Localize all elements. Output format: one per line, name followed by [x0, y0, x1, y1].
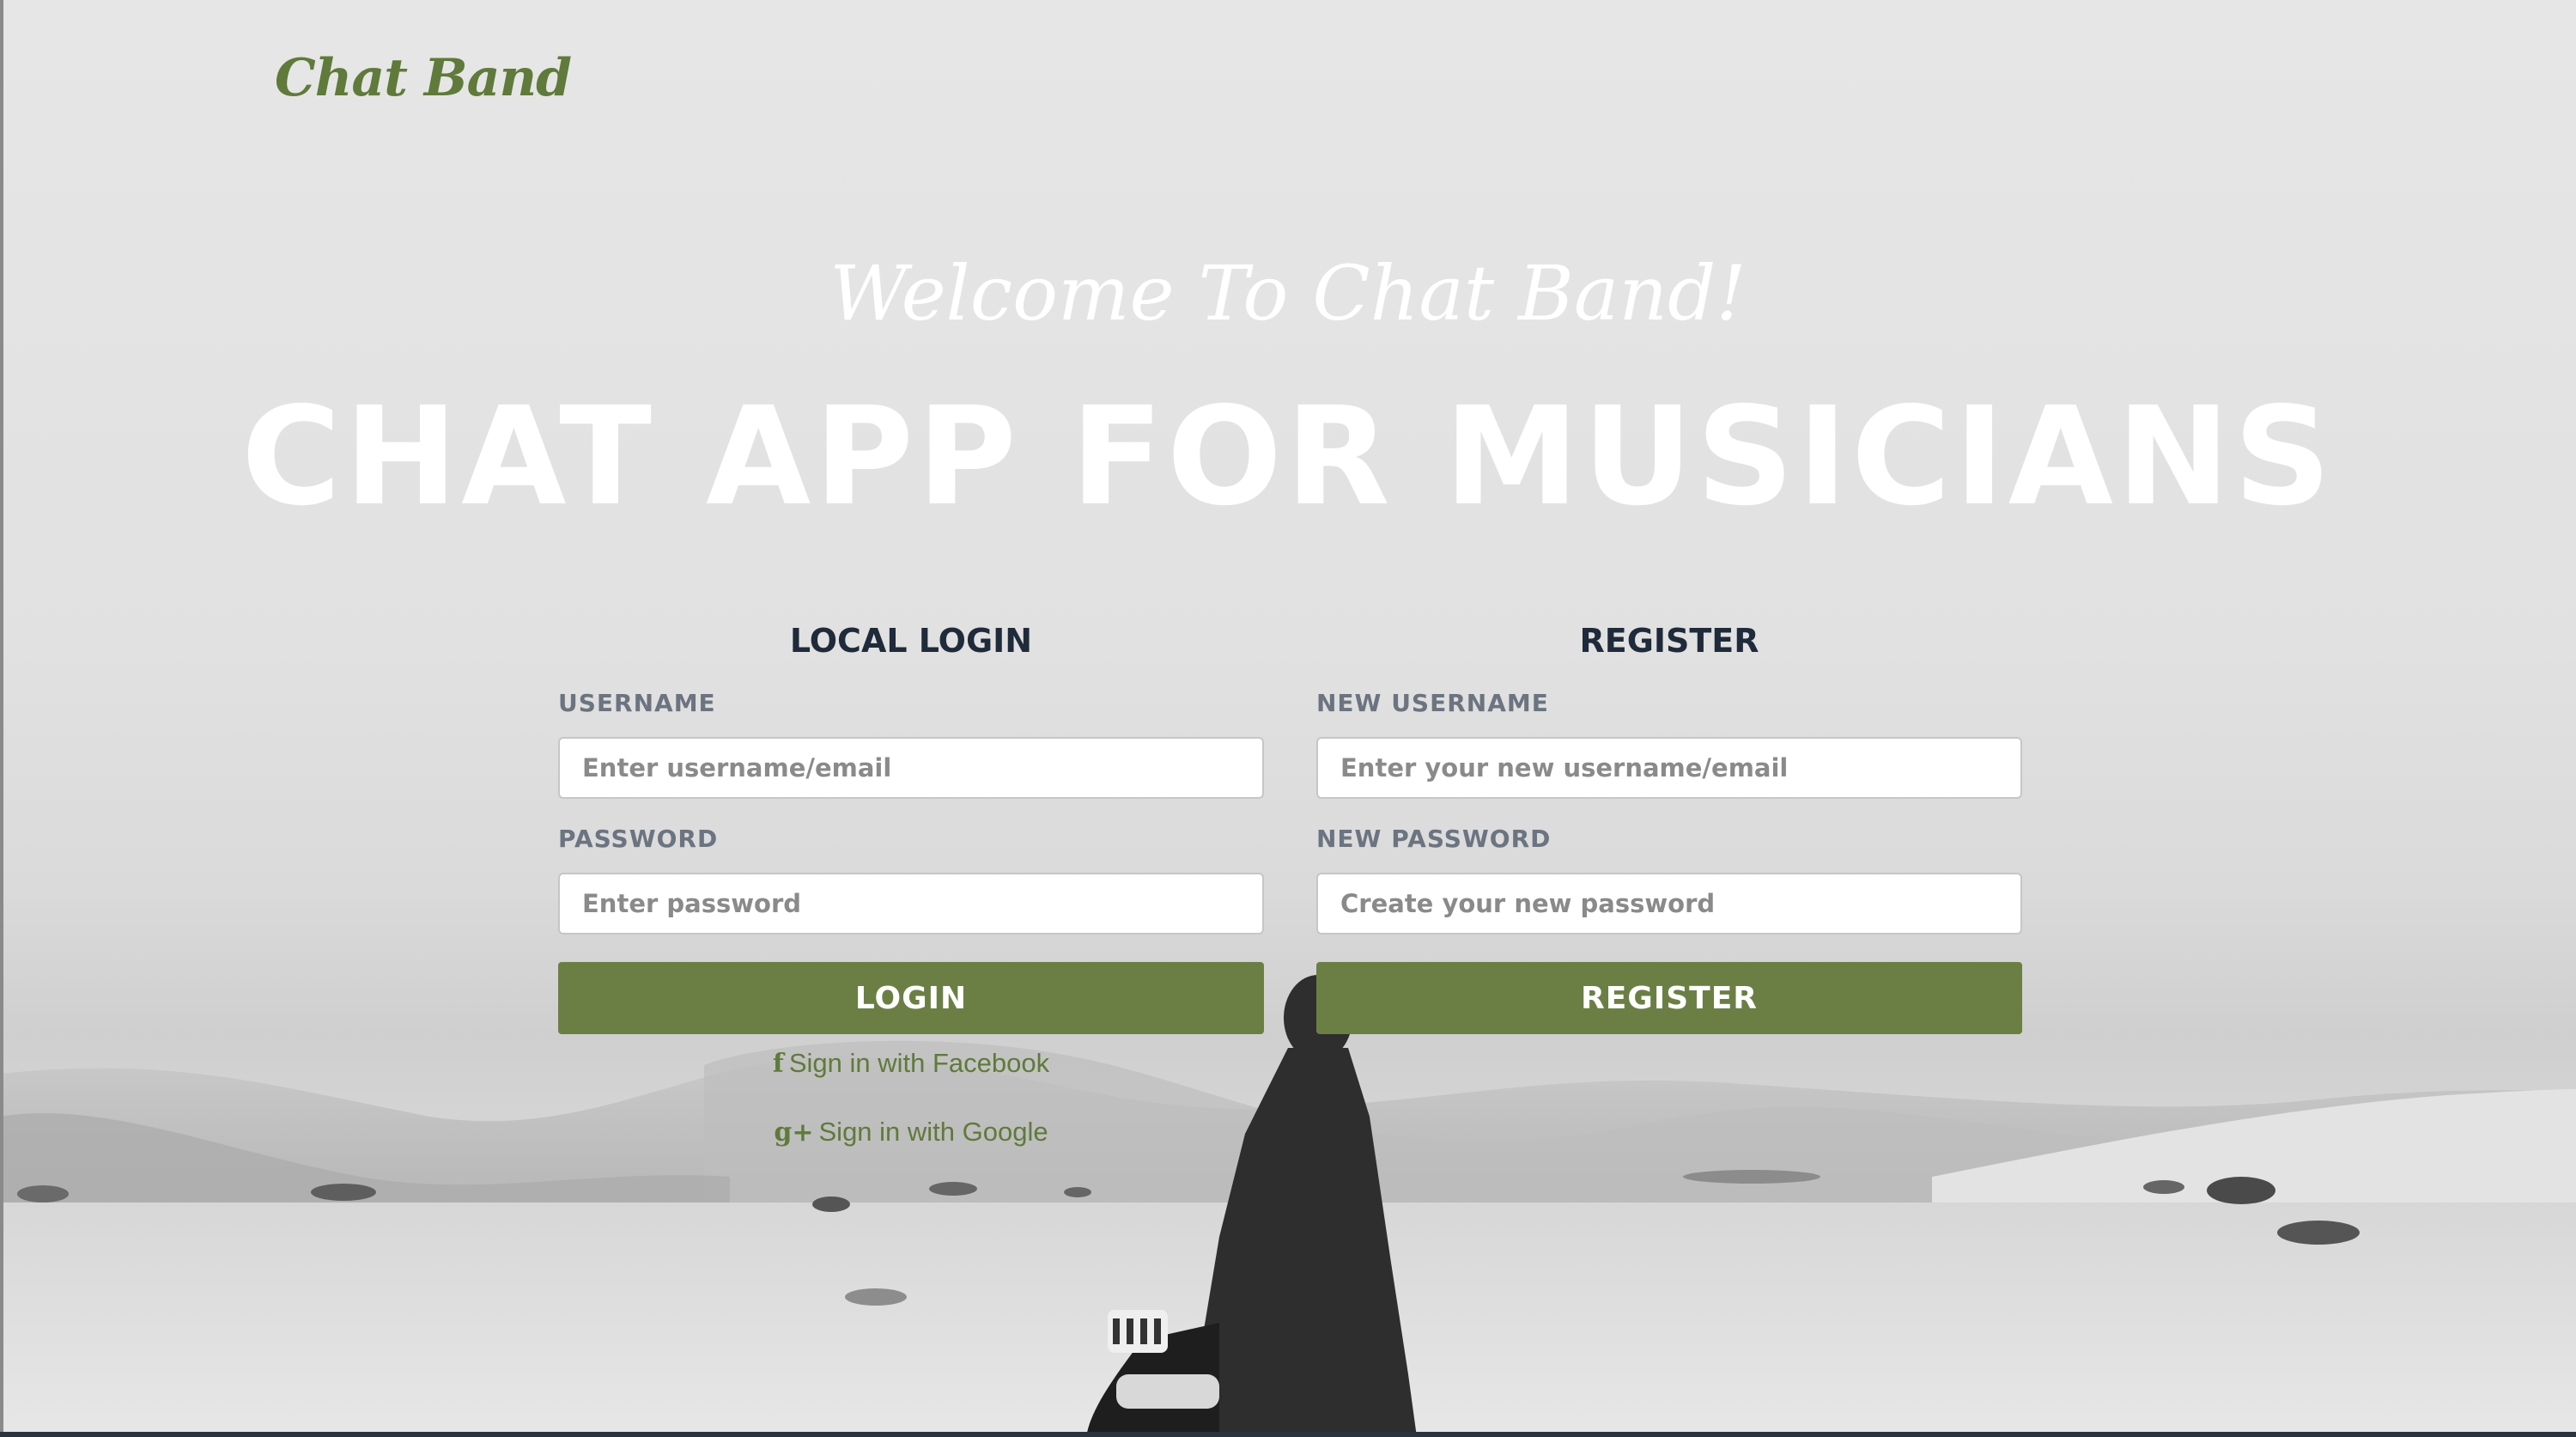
register-form: REGISTER NEW USERNAME NEW PASSWORD REGIS…: [1316, 618, 2022, 1034]
page-background: Chat Band Welcome To Chat Band! CHAT APP…: [0, 0, 2576, 1437]
window-left-border: [0, 0, 3, 1437]
desert-background-photo: [0, 975, 2576, 1437]
welcome-subtitle: Welcome To Chat Band!: [829, 249, 1747, 338]
hero-headline: CHAT APP FOR MUSICIANS: [241, 378, 2335, 536]
brand-logo[interactable]: Chat Band: [275, 48, 572, 108]
password-input[interactable]: [558, 873, 1264, 935]
username-input[interactable]: [558, 737, 1264, 799]
facebook-icon: f: [772, 1049, 784, 1079]
local-login-form: LOCAL LOGIN USERNAME PASSWORD LOGIN fSig…: [558, 618, 1264, 1149]
username-label: USERNAME: [558, 689, 716, 717]
register-button[interactable]: REGISTER: [1316, 962, 2022, 1034]
facebook-signin-link[interactable]: f Sign in with Facebook: [558, 1046, 1264, 1081]
new-username-label: NEW USERNAME: [1316, 689, 1549, 717]
password-label: PASSWORD: [558, 825, 719, 853]
register-title: REGISTER: [1579, 622, 1759, 660]
local-login-title: LOCAL LOGIN: [789, 622, 1033, 660]
google-signin-link[interactable]: g+ Sign in with Google: [558, 1115, 1264, 1149]
facebook-signin-label: Sign in with Facebook: [788, 1048, 1050, 1078]
window-bottom-border: [0, 1432, 2576, 1437]
login-button[interactable]: LOGIN: [558, 962, 1264, 1034]
google-signin-label: Sign in with Google: [818, 1117, 1048, 1147]
new-username-input[interactable]: [1316, 737, 2022, 799]
new-password-input[interactable]: [1316, 873, 2022, 935]
new-password-label: NEW PASSWORD: [1316, 825, 1552, 853]
google-plus-icon: g+: [774, 1117, 814, 1148]
